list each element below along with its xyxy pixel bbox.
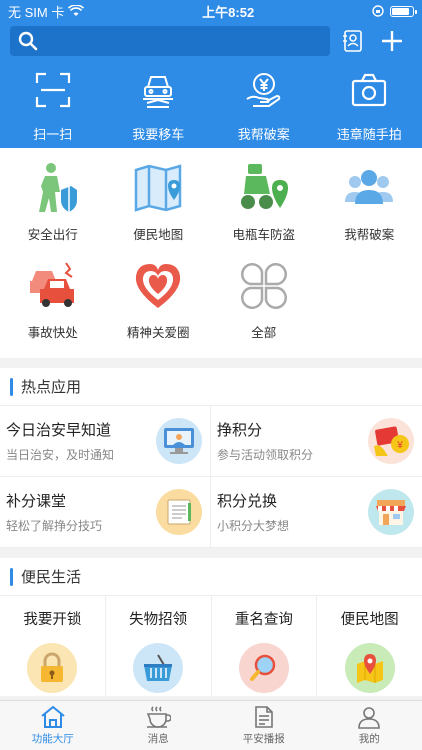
quick-action-help-solve[interactable]: 我帮破案 [211, 70, 317, 143]
battery-icon [390, 5, 417, 17]
shop-icon [368, 489, 414, 535]
tab-label: 我的 [358, 733, 380, 745]
orientation-lock-icon [372, 5, 384, 17]
hot-app-subtitle: 轻松了解挣分技巧 [6, 519, 103, 533]
tab-function-hall[interactable]: 功能大厅 [0, 701, 106, 750]
coffee-icon [147, 706, 172, 728]
magnifier-icon [238, 643, 289, 693]
user-icon [358, 707, 381, 729]
plus-icon [382, 31, 402, 51]
camera-icon [349, 70, 389, 110]
function-help-solve[interactable]: 我帮破案 [317, 160, 422, 258]
function-map[interactable]: 便民地图 [106, 160, 212, 258]
function-accident[interactable]: 事故快处 [0, 258, 106, 356]
monitor-icon [156, 418, 202, 464]
quick-action-label: 我要移车 [132, 127, 185, 142]
search-row [10, 26, 412, 56]
scan-icon [33, 70, 73, 110]
map-pin-icon [344, 643, 395, 693]
function-label: 电瓶车防盗 [232, 228, 295, 242]
life-service-label: 我要开锁 [23, 612, 82, 628]
hot-app-earn-points[interactable]: 挣积分 参与活动领取积分 ¥ [211, 406, 422, 477]
header: 无 SIM 卡 上午8:52 扫一扫 我要移车 我帮破案 违章随手拍 [0, 0, 422, 148]
ebike-icon [236, 160, 292, 216]
quick-action-scan[interactable]: 扫一扫 [0, 70, 106, 143]
section-title: 热点应用 [21, 379, 82, 396]
life-service-name-search[interactable]: 重名查询 [212, 596, 318, 696]
tab-safety-broadcast[interactable]: 平安播报 [211, 701, 317, 750]
carrier-label: 无 SIM 卡 [8, 4, 65, 20]
safe-travel-icon [25, 160, 81, 216]
svg-text:¥: ¥ [396, 440, 403, 451]
function-label: 便民地图 [133, 228, 184, 242]
all-icon [236, 258, 292, 314]
hot-app-subtitle: 当日治安，及时通知 [6, 448, 115, 462]
tab-label: 消息 [147, 733, 169, 745]
hot-app-title: 积分兑换 [217, 493, 278, 510]
car-move-icon [138, 70, 178, 110]
search-icon [18, 31, 38, 51]
quick-action-move-car[interactable]: 我要移车 [106, 70, 212, 143]
hot-app-title: 挣积分 [217, 422, 263, 439]
quick-action-label: 扫一扫 [33, 127, 73, 142]
function-ebike-theft[interactable]: 电瓶车防盗 [211, 160, 317, 258]
home-icon [41, 705, 65, 728]
quick-action-violation-photo[interactable]: 违章随手拍 [317, 70, 422, 143]
function-all[interactable]: 全部 [211, 258, 317, 356]
status-bar: 无 SIM 卡 上午8:52 [0, 0, 422, 22]
tab-label: 平安播报 [242, 733, 285, 745]
map-icon [130, 160, 186, 216]
function-label: 安全出行 [27, 228, 78, 242]
people-icon [341, 160, 397, 216]
hot-app-title: 今日治安早知道 [6, 422, 112, 439]
hot-app-points-class[interactable]: 补分课堂 轻松了解挣分技巧 [0, 477, 211, 548]
life-service-lost-found[interactable]: 失物招领 [106, 596, 212, 696]
hot-app-subtitle: 参与活动领取积分 [217, 448, 314, 462]
function-label: 精神关爱圈 [126, 326, 190, 340]
hot-apps-grid: 今日治安早知道 当日治安，及时通知 挣积分 参与活动领取积分 ¥ 补分课堂 轻松… [0, 406, 422, 548]
quick-action-label: 违章随手拍 [336, 127, 402, 142]
tab-messages[interactable]: 消息 [106, 701, 212, 750]
quick-action-label: 我帮破案 [237, 127, 290, 142]
function-care-circle[interactable]: 精神关爱圈 [106, 258, 212, 356]
function-label: 事故快处 [27, 326, 78, 340]
tab-mine[interactable]: 我的 [317, 701, 422, 750]
notebook-icon [156, 489, 202, 535]
contact-card-button[interactable] [340, 26, 368, 56]
life-services-grid: 我要开锁 失物招领 重名查询 便民地图 [0, 596, 422, 696]
hot-apps-header: 热点应用 [0, 368, 422, 406]
hot-app-subtitle: 小积分大梦想 [217, 519, 290, 533]
function-label: 全部 [251, 326, 277, 340]
life-service-label: 便民地图 [340, 612, 399, 628]
life-services-header: 便民生活 [0, 558, 422, 596]
basket-icon [133, 643, 184, 693]
quick-actions: 扫一扫 我要移车 我帮破案 违章随手拍 [0, 70, 422, 143]
heart-icon [130, 258, 186, 314]
reward-hand-icon [244, 70, 284, 110]
life-service-label: 重名查询 [234, 612, 293, 628]
tab-label: 功能大厅 [31, 733, 74, 745]
document-icon [254, 706, 273, 728]
life-service-label: 失物招领 [129, 612, 188, 628]
life-service-map[interactable]: 便民地图 [317, 596, 422, 696]
hot-app-title: 补分课堂 [6, 493, 67, 510]
add-button[interactable] [378, 26, 406, 56]
function-grid: 安全出行 便民地图 电瓶车防盗 我帮破案 事故快处 精神关爱圈 全部 [0, 148, 422, 358]
lock-icon [27, 643, 78, 693]
function-label: 我帮破案 [344, 228, 395, 242]
hot-app-security-news[interactable]: 今日治安早知道 当日治安，及时通知 [0, 406, 211, 477]
life-service-unlock[interactable]: 我要开锁 [0, 596, 106, 696]
search-box[interactable] [10, 26, 330, 56]
section-title: 便民生活 [21, 569, 82, 586]
wifi-icon [68, 5, 85, 16]
contact-card-icon [343, 30, 362, 52]
redpacket-icon: ¥ [368, 418, 414, 464]
clock: 上午8:52 [202, 4, 255, 20]
search-input[interactable] [44, 33, 330, 49]
function-safe-travel[interactable]: 安全出行 [0, 160, 106, 258]
accident-icon [25, 258, 81, 314]
tab-bar: 功能大厅 消息 平安播报 我的 [0, 700, 422, 750]
hot-app-points-exchange[interactable]: 积分兑换 小积分大梦想 [211, 477, 422, 548]
